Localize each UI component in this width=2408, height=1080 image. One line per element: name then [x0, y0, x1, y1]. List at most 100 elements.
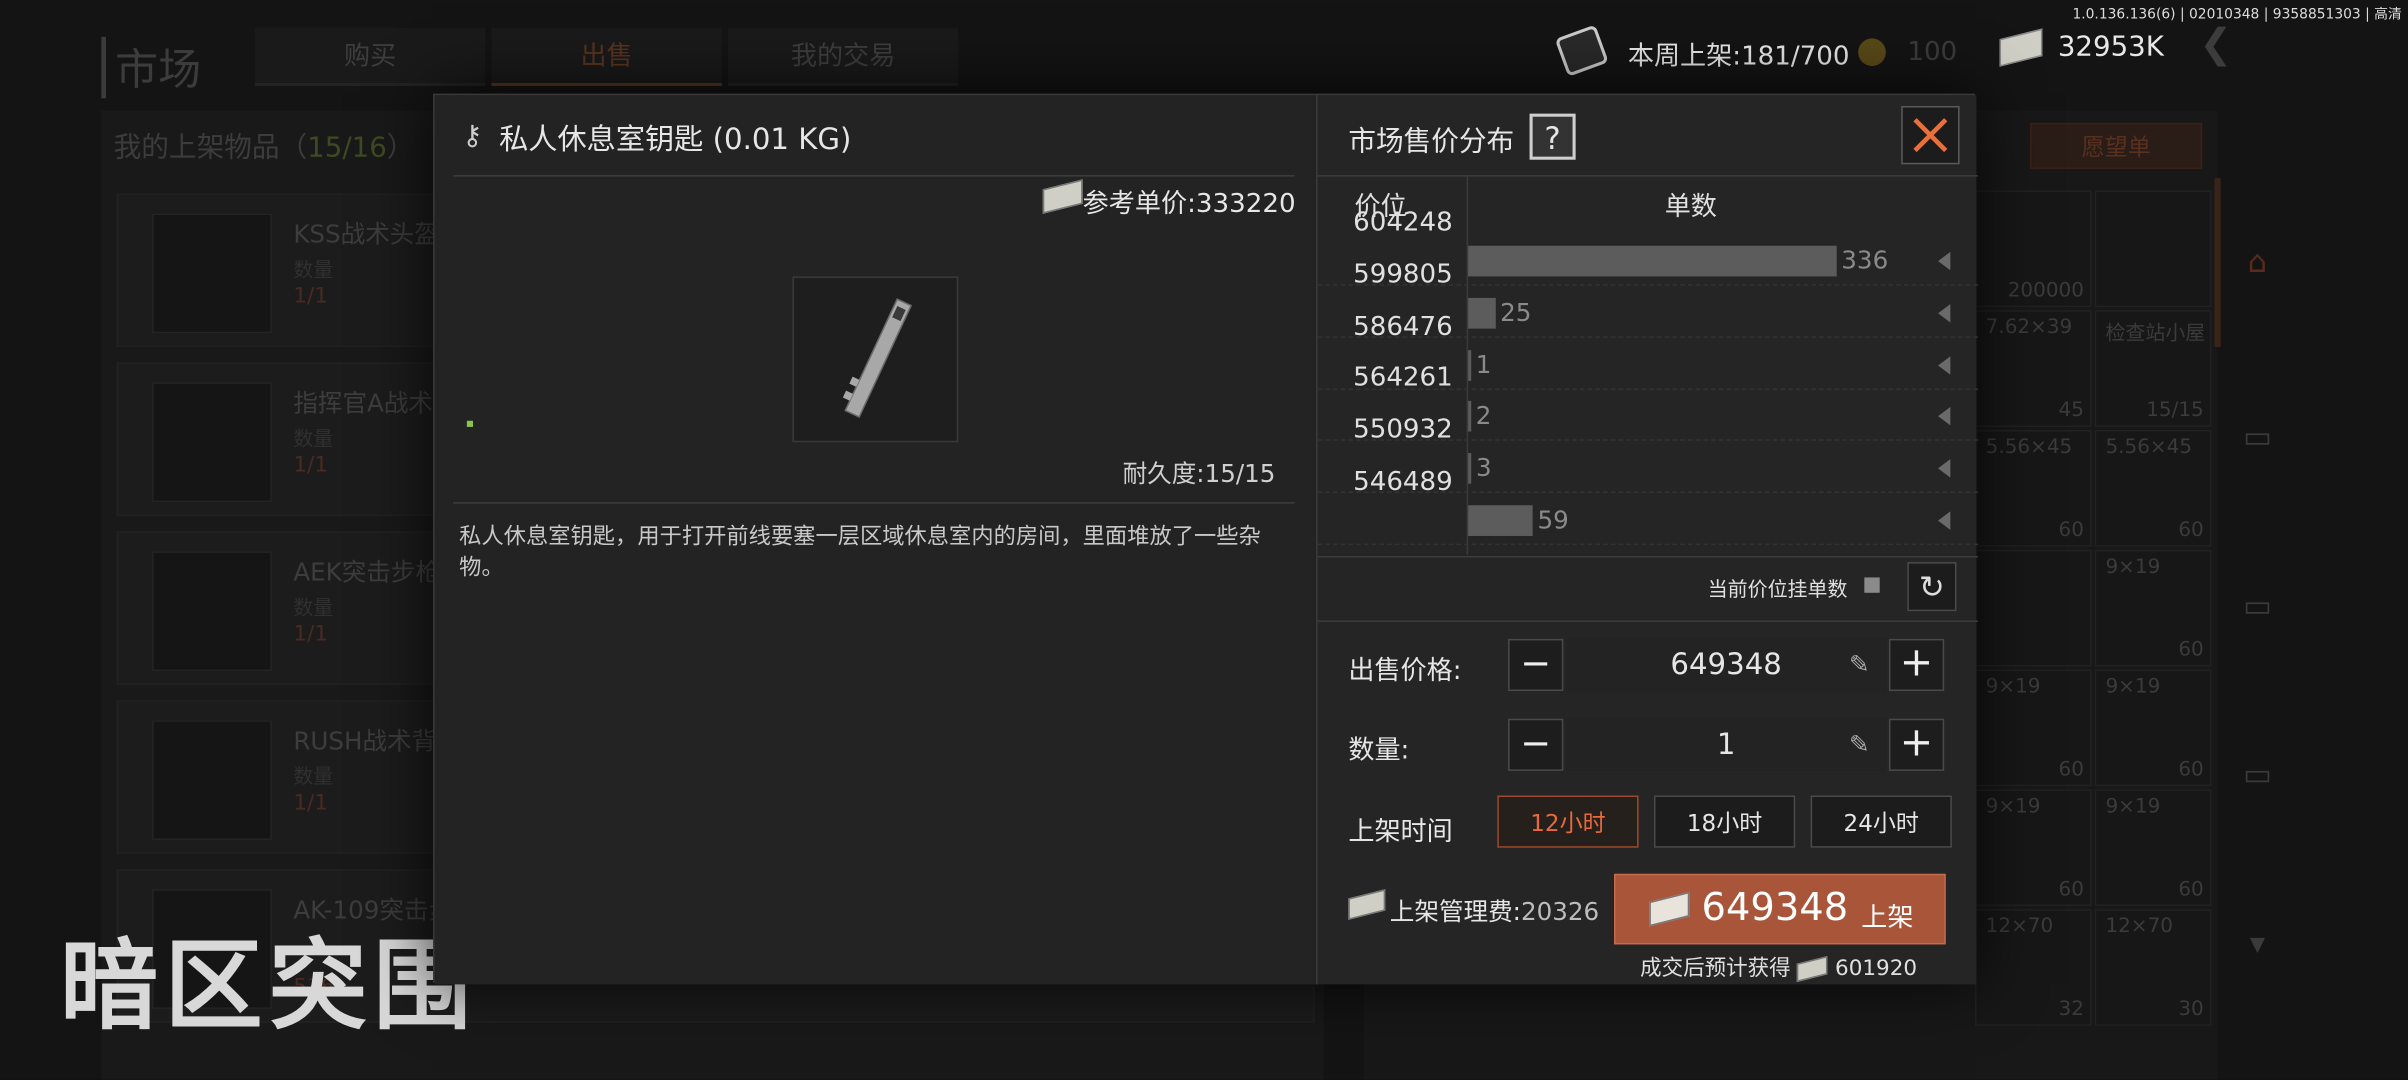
cash-icon	[1999, 28, 2043, 67]
helmet-thumb	[152, 213, 272, 334]
cash-icon	[1649, 891, 1690, 927]
market-pane: 市场售价分布 ? 价位 单数 604248 336 599805 25 586476 1 5…	[1316, 95, 1978, 985]
price-level-bar	[1468, 297, 1496, 329]
quantity-input[interactable]: 1	[1566, 718, 1886, 771]
grid-cell[interactable]	[1974, 549, 2092, 667]
chat-icon[interactable]: ▭	[2230, 746, 2285, 801]
grid-cell[interactable]: 5.56×45 60	[1974, 429, 2092, 547]
tab-sell[interactable]: 出售	[491, 27, 722, 86]
select-level-arrow-icon[interactable]	[1938, 251, 1951, 271]
status-dot	[466, 420, 473, 427]
price-level-label: 604248	[1353, 207, 1453, 239]
row-divider	[1317, 543, 1978, 546]
listing-qty-label: 数量	[293, 259, 334, 283]
grid-cell[interactable]: 9×19 60	[2094, 669, 2212, 787]
price-level-bar	[1468, 245, 1837, 277]
wishlist-button[interactable]: 愿望单	[2030, 122, 2203, 169]
current-level-label: 当前价位挂单数	[1707, 578, 1848, 602]
listing-time-label: 上架时间	[1348, 816, 1453, 848]
price-level-bar	[1468, 349, 1472, 381]
grid-cell[interactable]: 5.56×45 60	[2094, 429, 2212, 547]
listing-fee: 上架管理费:20326	[1389, 896, 1600, 927]
duration-18h-button[interactable]: 18小时	[1653, 795, 1796, 848]
market-title: 市场	[101, 36, 201, 99]
price-level-count: 25	[1500, 297, 1532, 327]
price-level-label: 546489	[1353, 466, 1453, 498]
select-level-arrow-icon[interactable]	[1938, 459, 1951, 478]
list-submit-button[interactable]: 649348 上架	[1614, 873, 1946, 945]
chat-icon[interactable]: ▭	[2230, 577, 2285, 632]
select-level-arrow-icon[interactable]	[1938, 355, 1951, 375]
listing-qty-label: 数量	[293, 766, 334, 790]
col-count-header: 单数	[1664, 191, 1717, 223]
listing-name: KSS战术头盔	[293, 219, 439, 249]
rifle-thumb	[152, 551, 272, 672]
close-button[interactable]	[1901, 105, 1960, 165]
price-level-bar	[1468, 505, 1533, 536]
key-item-icon	[842, 298, 913, 419]
home-icon[interactable]: ⌂	[2230, 233, 2285, 288]
durability: 耐久度:15/15	[1122, 459, 1276, 489]
price-level-bar	[1468, 401, 1472, 433]
quantity-label: 数量:	[1348, 735, 1410, 767]
coin-icon	[1858, 38, 1886, 67]
select-level-arrow-icon[interactable]	[1938, 407, 1951, 426]
sell-price-input[interactable]: 649348	[1566, 638, 1886, 692]
refresh-icon[interactable]: ↻	[1907, 562, 1957, 612]
sell-dialog: ⚷ 私人休息室钥匙 (0.01 KG) 参考单价:333220 耐久度:15/1…	[433, 93, 1978, 985]
scroll-indicator	[2214, 178, 2221, 348]
tab-my-trades[interactable]: 我的交易	[727, 27, 959, 86]
grid-cell[interactable]: 12×70 32	[1974, 909, 2092, 1026]
list-button-label: 上架	[1861, 902, 1914, 934]
back-arrow-icon[interactable]: ❮	[2199, 21, 2232, 67]
price-level-count: 2	[1475, 401, 1492, 431]
grid-cell[interactable]: 9×19 60	[2094, 789, 2212, 907]
price-minus-button[interactable]: −	[1508, 638, 1564, 692]
shirt-icon[interactable]: ▾	[2230, 915, 2285, 970]
price-plus-button[interactable]: +	[1888, 638, 1945, 692]
chat-icon[interactable]: ▭	[2230, 408, 2285, 463]
edit-icon[interactable]: ✎	[1849, 729, 1870, 758]
close-icon	[1913, 118, 1948, 153]
cash-icon	[1348, 889, 1386, 920]
item-detail-pane: ⚷ 私人休息室钥匙 (0.01 KG) 参考单价:333220 耐久度:15/1…	[434, 95, 1317, 985]
listing-qty: 1/1	[293, 453, 328, 478]
grid-cell[interactable]: 7.62×39 45	[1974, 310, 2092, 427]
item-description: 私人休息室钥匙，用于打开前线要塞一层区域休息室内的房间，里面堆放了一些杂物。	[459, 525, 1261, 581]
help-button[interactable]: ?	[1529, 113, 1576, 160]
price-level-label: 586476	[1353, 311, 1453, 342]
price-histogram: 604248 336 599805 25 586476 1 564261 2 550932 3 54…	[1317, 207, 1978, 556]
tab-buy[interactable]: 购买	[254, 27, 486, 86]
grid-cell[interactable]: 9×19 60	[1974, 789, 2092, 907]
coin-value: 100	[1907, 36, 1958, 68]
select-level-arrow-icon[interactable]	[1938, 303, 1951, 323]
listing-qty: 1/1	[293, 284, 328, 309]
duration-12h-button[interactable]: 12小时	[1497, 795, 1639, 848]
listing-qty: 1/1	[293, 621, 328, 647]
item-title: 私人休息室钥匙 (0.01 KG)	[499, 122, 852, 157]
grid-cell[interactable]: 12×70 30	[2094, 909, 2212, 1026]
select-level-arrow-icon[interactable]	[1938, 511, 1951, 530]
grid-cell[interactable]: 200000	[1974, 190, 2092, 308]
edit-icon[interactable]: ✎	[1849, 650, 1870, 679]
version-text: 1.0.136.136(6) | 02010348 | 9358851303 |…	[2072, 7, 2402, 24]
listing-qty-label: 数量	[293, 597, 334, 621]
price-level-label: 564261	[1353, 363, 1453, 394]
grid-cell[interactable]: 检查站小屋 15/15	[2094, 310, 2212, 427]
price-level-count: 336	[1841, 245, 1889, 275]
ref-price: 参考单价:333220	[1082, 188, 1296, 220]
cash-icon	[1797, 955, 1829, 983]
weekly-listing: 本周上架:181/700	[1627, 41, 1850, 73]
grid-cell[interactable]: 9×19 60	[1974, 669, 2092, 787]
grid-cell[interactable]: 9×19 60	[2094, 549, 2212, 667]
grid-cell[interactable]	[2094, 190, 2212, 308]
price-level-count: 59	[1537, 505, 1569, 535]
legend-swatch	[1864, 577, 1880, 593]
quantity-plus-button[interactable]: +	[1888, 718, 1945, 771]
duration-24h-button[interactable]: 24小时	[1810, 795, 1952, 848]
listing-name: AK-109突击步	[293, 895, 454, 925]
market-dist-title: 市场售价分布	[1348, 125, 1515, 159]
quantity-minus-button[interactable]: −	[1508, 718, 1564, 771]
ticket-icon	[1554, 24, 1609, 77]
listing-qty: 1/1	[293, 790, 328, 816]
